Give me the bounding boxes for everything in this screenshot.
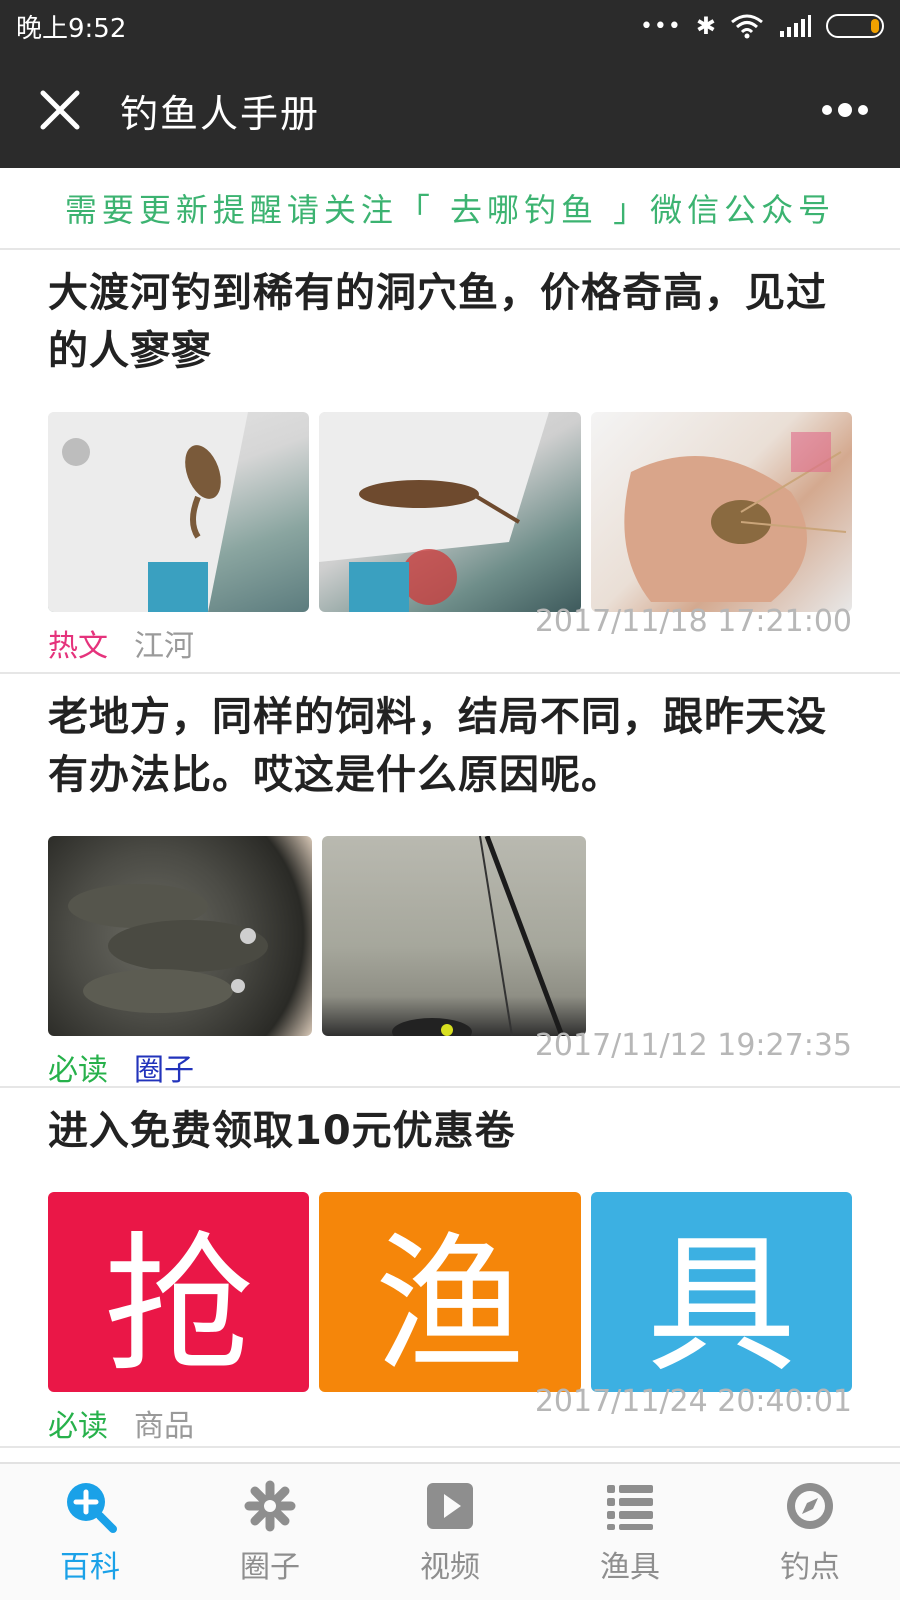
- nav-item-quanzi[interactable]: 圈子: [180, 1464, 360, 1600]
- nav-item-baike[interactable]: 百科: [0, 1464, 180, 1600]
- article-meta: 热文 江河 2017/11/18 17:21:00: [48, 604, 852, 674]
- promo-tile[interactable]: 具: [590, 1192, 852, 1393]
- battery-icon: [826, 14, 884, 38]
- play-icon: [422, 1478, 478, 1534]
- nav-label: 钓点: [780, 1550, 840, 1585]
- article-feed: 大渡河钓到稀有的洞穴鱼，价格奇高，见过的人寥寥 热文 江河 2017/11/18…: [0, 250, 900, 1448]
- nav-item-spot[interactable]: 钓点: [720, 1464, 900, 1600]
- notice-banner[interactable]: 需要更新提醒请关注「 去哪钓鱼 」微信公众号: [0, 168, 900, 250]
- bluetooth-icon: ✱: [695, 12, 716, 40]
- close-icon: [40, 90, 80, 130]
- timestamp: 2017/11/18 17:21:00: [534, 604, 852, 639]
- list-icon: [602, 1478, 658, 1534]
- thumbnail-row: [48, 836, 852, 1036]
- article-thumbnail[interactable]: [48, 836, 312, 1036]
- article-thumbnail[interactable]: [590, 412, 852, 612]
- promo-tile[interactable]: 抢: [48, 1192, 310, 1393]
- article-title[interactable]: 进入免费领取10元优惠卷: [48, 1102, 852, 1160]
- article-card[interactable]: 进入免费领取10元优惠卷 抢 渔 具 必读 商品 2017/11/24 20:4…: [0, 1088, 900, 1448]
- article-card[interactable]: 大渡河钓到稀有的洞穴鱼，价格奇高，见过的人寥寥 热文 江河 2017/11/18…: [0, 250, 900, 674]
- nav-label: 圈子: [240, 1550, 300, 1585]
- article-title[interactable]: 老地方，同样的饲料，结局不同，跟昨天没有办法比。哎这是什么原因呢。: [48, 688, 852, 804]
- timestamp: 2017/11/12 19:27:35: [534, 1028, 852, 1063]
- article-thumbnail[interactable]: [319, 412, 581, 612]
- tag-must-read[interactable]: 必读: [48, 1401, 108, 1445]
- promo-tile[interactable]: 渔: [319, 1192, 581, 1393]
- more-button[interactable]: [790, 52, 900, 168]
- battery-level: [871, 19, 879, 33]
- tag-category[interactable]: 商品: [134, 1401, 194, 1445]
- nav-label: 渔具: [600, 1550, 660, 1585]
- tag-hot[interactable]: 热文: [48, 621, 108, 665]
- asterisk-icon: [242, 1478, 298, 1534]
- thumbnail-row: [48, 412, 852, 612]
- nav-item-video[interactable]: 视频: [360, 1464, 540, 1600]
- promo-row: 抢 渔 具: [48, 1192, 852, 1393]
- status-dots: •••: [639, 13, 682, 39]
- page-title: 钓鱼人手册: [120, 91, 321, 136]
- article-thumbnail[interactable]: [322, 836, 586, 1036]
- signal-icon: [778, 13, 812, 39]
- search-plus-icon: [62, 1478, 118, 1534]
- timestamp: 2017/11/24 20:40:01: [534, 1384, 852, 1419]
- article-card[interactable]: 老地方，同样的饲料，结局不同，跟昨天没有办法比。哎这是什么原因呢。 必读 圈子 …: [0, 674, 900, 1088]
- bottom-nav: 百科 圈子 视频 渔具 钓点: [0, 1462, 900, 1600]
- article-title[interactable]: 大渡河钓到稀有的洞穴鱼，价格奇高，见过的人寥寥: [48, 264, 852, 380]
- close-button[interactable]: [0, 52, 120, 168]
- status-icons: ••• ✱: [640, 12, 884, 40]
- tag-must-read[interactable]: 必读: [48, 1045, 108, 1089]
- nav-item-gear[interactable]: 渔具: [540, 1464, 720, 1600]
- article-thumbnail[interactable]: [48, 412, 310, 612]
- article-meta: 必读 商品 2017/11/24 20:40:01: [48, 1384, 852, 1454]
- more-icon: [822, 103, 868, 117]
- status-time: 晚上9:52: [16, 13, 127, 44]
- compass-icon: [782, 1478, 838, 1534]
- wifi-icon: [730, 13, 764, 39]
- status-bar: 晚上9:52 ••• ✱: [0, 0, 900, 52]
- title-bar: 钓鱼人手册: [0, 52, 900, 168]
- tag-category[interactable]: 圈子: [134, 1045, 194, 1089]
- nav-label: 百科: [60, 1550, 120, 1585]
- tag-category[interactable]: 江河: [134, 621, 194, 665]
- nav-label: 视频: [420, 1550, 480, 1585]
